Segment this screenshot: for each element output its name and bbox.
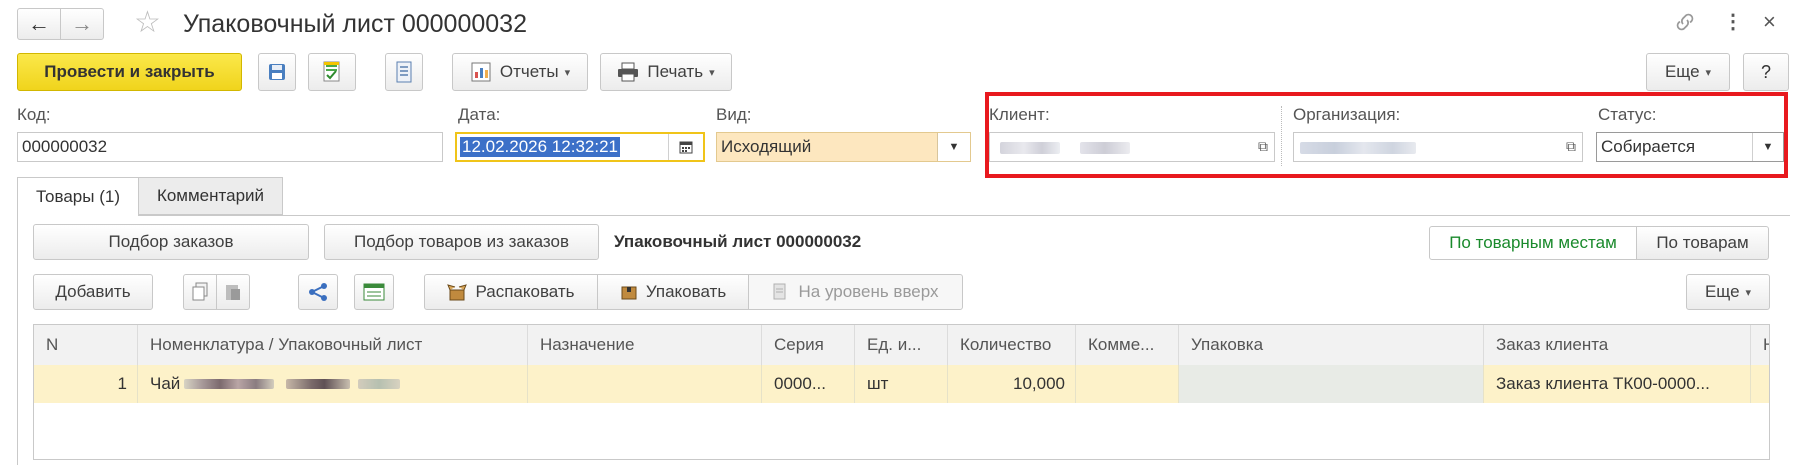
by-places-button[interactable]: По товарным местам: [1429, 226, 1637, 260]
unpack-box-icon: [447, 284, 468, 301]
share-button[interactable]: [298, 274, 338, 310]
date-value: 12.02.2026 12:32:21: [460, 137, 620, 157]
help-button[interactable]: ?: [1743, 53, 1789, 91]
table-header: N Номенклатура / Упаковочный лист Назнач…: [34, 325, 1769, 366]
chevron-down-icon: ▾: [709, 66, 715, 79]
date-label: Дата:: [458, 105, 501, 124]
level-up-icon: [773, 283, 786, 300]
kind-value: Исходящий: [721, 137, 812, 156]
column-header-series[interactable]: Серия: [762, 325, 855, 365]
packing-list-caption: Упаковочный лист 000000032: [614, 232, 862, 251]
window-title: Упаковочный лист 000000032: [183, 10, 527, 38]
calendar-icon[interactable]: [668, 134, 703, 160]
pack-box-icon: [621, 286, 637, 300]
column-header-n[interactable]: N: [34, 325, 138, 365]
table-icon: [363, 283, 385, 301]
cell-unit: шт: [855, 365, 948, 403]
floppy-disk-icon: [269, 64, 285, 80]
date-field[interactable]: 12.02.2026 12:32:21: [455, 132, 705, 162]
chevron-down-icon: ▾: [564, 66, 571, 79]
copy-button[interactable]: [183, 274, 217, 310]
code-label: Код:: [17, 105, 51, 124]
by-goods-button[interactable]: По товарам: [1636, 226, 1769, 260]
column-header-unit[interactable]: Ед. и...: [855, 325, 948, 365]
unpack-button[interactable]: Распаковать: [424, 274, 598, 310]
highlight-frame: [985, 92, 1788, 178]
kind-label: Вид:: [716, 105, 752, 124]
tab-comment[interactable]: Комментарий: [139, 177, 283, 215]
paste-icon: [226, 285, 240, 300]
save-button[interactable]: [258, 53, 296, 91]
column-header-extra[interactable]: Н: [1751, 325, 1769, 365]
share-icon: [309, 283, 327, 301]
list-button[interactable]: [385, 53, 423, 91]
tab-goods[interactable]: Товары (1): [17, 177, 139, 216]
post-and-close-button[interactable]: Провести и закрыть: [17, 53, 242, 91]
column-header-package[interactable]: Упаковка: [1179, 325, 1484, 365]
link-icon[interactable]: [1673, 10, 1697, 40]
reports-icon: [471, 62, 491, 82]
tab-active-gap: [18, 214, 138, 217]
select-orders-button[interactable]: Подбор заказов: [33, 224, 309, 260]
column-header-quantity[interactable]: Количество: [948, 325, 1076, 365]
list-document-icon: [396, 61, 412, 83]
post-button[interactable]: [308, 53, 356, 91]
level-up-button[interactable]: На уровень вверх: [748, 274, 963, 310]
document-post-icon: [323, 61, 340, 82]
back-button[interactable]: ←: [17, 8, 61, 40]
cell-extra: [1751, 365, 1769, 403]
cell-order: Заказ клиента ТК00-0000...: [1484, 365, 1751, 403]
paste-button[interactable]: [216, 274, 250, 310]
item-name-redacted: [358, 379, 400, 389]
goods-more-button[interactable]: Еще ▾: [1686, 274, 1770, 310]
reports-button[interactable]: Отчеты ▾: [452, 53, 588, 91]
copy-icon: [192, 282, 208, 301]
cell-n: 1: [34, 365, 138, 403]
chevron-down-icon: ▾: [1705, 66, 1712, 79]
chevron-down-icon: ▾: [1745, 286, 1752, 299]
cell-quantity: 10,000: [948, 365, 1076, 403]
cell-purpose: [528, 365, 762, 403]
column-header-order[interactable]: Заказ клиента: [1484, 325, 1751, 365]
table-settings-button[interactable]: [354, 274, 394, 310]
forward-button[interactable]: →: [60, 8, 104, 40]
printer-icon: [618, 62, 639, 82]
column-header-comment[interactable]: Комме...: [1076, 325, 1179, 365]
pack-button[interactable]: Упаковать: [597, 274, 749, 310]
print-button[interactable]: Печать ▾: [600, 53, 732, 91]
table-row[interactable]: 1 Чай 0000... шт 10,000 Заказ клиента ТК…: [34, 365, 1769, 403]
column-header-purpose[interactable]: Назначение: [528, 325, 762, 365]
item-name-redacted: [184, 379, 274, 389]
add-button[interactable]: Добавить: [33, 274, 153, 310]
code-field[interactable]: 000000032: [17, 132, 443, 162]
item-name-redacted: [286, 379, 350, 389]
cell-package: [1179, 365, 1484, 403]
arrow-right-icon: →: [71, 11, 93, 36]
goods-table: N Номенклатура / Упаковочный лист Назнач…: [33, 324, 1770, 460]
cell-item: Чай: [138, 365, 528, 403]
more-vertical-icon[interactable]: ⋮: [1723, 9, 1743, 34]
select-goods-from-orders-button[interactable]: Подбор товаров из заказов: [324, 224, 599, 260]
cell-comment: [1076, 365, 1179, 403]
column-header-item[interactable]: Номенклатура / Упаковочный лист: [138, 325, 528, 365]
kind-field[interactable]: Исходящий ▼: [716, 132, 971, 162]
cell-series: 0000...: [762, 365, 855, 403]
arrow-left-icon: ←: [28, 11, 50, 36]
dropdown-arrow-icon[interactable]: ▼: [937, 133, 970, 161]
close-icon[interactable]: ×: [1763, 9, 1776, 35]
star-icon[interactable]: ☆: [134, 6, 161, 40]
more-button[interactable]: Еще ▾: [1646, 53, 1730, 91]
item-name: Чай: [150, 374, 181, 393]
